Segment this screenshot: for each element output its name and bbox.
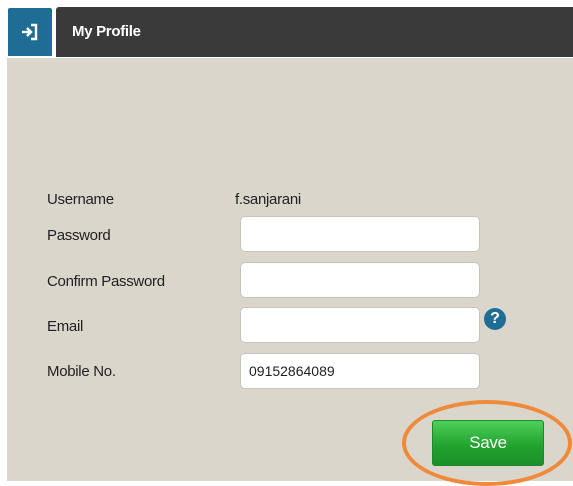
confirm-password-label: Confirm Password: [47, 273, 165, 290]
exit-button[interactable]: [8, 8, 52, 56]
title-bar: My Profile: [56, 7, 573, 57]
page-title: My Profile: [72, 23, 141, 40]
email-label: Email: [47, 318, 84, 335]
username-value: f.sanjarani: [235, 191, 301, 208]
confirm-password-field[interactable]: [240, 262, 480, 298]
mobile-field[interactable]: [240, 353, 480, 389]
password-label: Password: [47, 227, 111, 244]
sign-in-arrow-icon: [22, 23, 38, 41]
save-button[interactable]: Save: [432, 420, 544, 466]
profile-form-panel: Username f.sanjarani Password Confirm Pa…: [7, 58, 573, 486]
password-field[interactable]: [240, 216, 480, 252]
username-label: Username: [47, 191, 114, 208]
question-circle-icon[interactable]: ?: [484, 308, 506, 330]
mobile-label: Mobile No.: [47, 363, 116, 380]
email-field[interactable]: [240, 307, 480, 343]
page-header: My Profile: [0, 0, 573, 58]
